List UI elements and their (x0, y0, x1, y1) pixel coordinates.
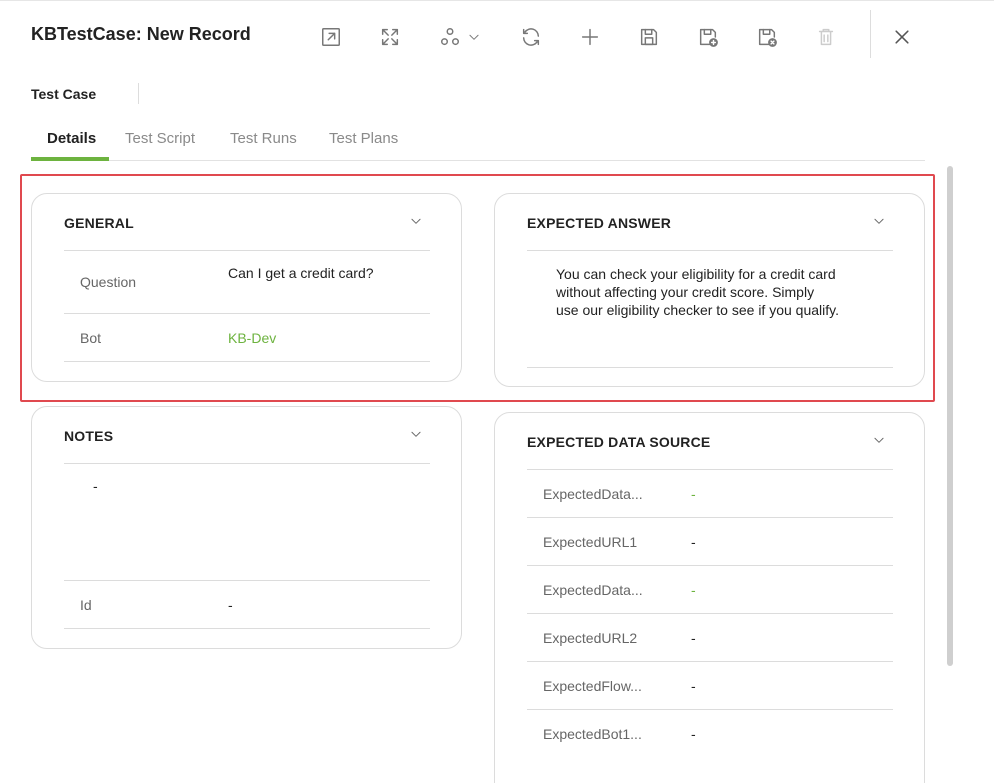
expected-url1-label: ExpectedURL1 (543, 534, 638, 550)
delete-button[interactable] (811, 22, 841, 52)
expand-arrows-icon (381, 28, 399, 46)
expected-url2-label: ExpectedURL2 (543, 630, 638, 646)
bot-label: Bot (80, 330, 102, 346)
divider (527, 709, 893, 710)
close-icon (895, 30, 909, 44)
tab-test-runs[interactable]: Test Runs (230, 130, 297, 147)
expected-bot-label: ExpectedBot1... (543, 726, 642, 742)
save-plus-icon (699, 28, 718, 47)
bot-link[interactable]: KB-Dev (228, 330, 276, 346)
form-selector-label[interactable]: Test Case (31, 86, 96, 102)
notes-section: NOTES - Id - (31, 406, 462, 649)
divider (527, 661, 893, 662)
general-section: GENERAL Question Can I get a credit card… (31, 193, 462, 382)
expected-data-label: ExpectedData... (543, 582, 643, 598)
open-in-new-window-button[interactable] (316, 22, 346, 52)
chevron-down-icon (411, 431, 421, 437)
divider (527, 613, 893, 614)
refresh-button[interactable] (516, 22, 546, 52)
tab-test-script[interactable]: Test Script (125, 130, 195, 147)
divider (527, 469, 893, 470)
divider (527, 250, 893, 251)
save-and-new-button[interactable] (693, 22, 723, 52)
id-label: Id (80, 597, 92, 613)
section-title: EXPECTED ANSWER (527, 215, 672, 231)
answer-line: without affecting your credit score. Sim… (556, 284, 815, 300)
notes-value[interactable]: - (93, 478, 98, 494)
collapse-notes-button[interactable] (409, 427, 423, 441)
top-border (0, 0, 994, 1)
plus-icon (581, 28, 599, 46)
divider (64, 313, 430, 314)
divider (527, 565, 893, 566)
divider (64, 580, 430, 581)
page-title: KBTestCase: New Record (31, 24, 251, 44)
chevron-down-icon (469, 34, 479, 40)
question-value[interactable]: Can I get a credit card? (228, 265, 374, 281)
expected-bot-value[interactable]: - (691, 726, 696, 742)
divider (527, 517, 893, 518)
divider (64, 250, 430, 251)
section-title: EXPECTED DATA SOURCE (527, 434, 711, 450)
answer-line: You can check your eligibility for a cre… (556, 266, 836, 282)
expected-data-value[interactable]: - (691, 582, 696, 598)
tab-test-plans[interactable]: Test Plans (329, 130, 398, 147)
section-title: GENERAL (64, 215, 134, 231)
expected-data-label: ExpectedData... (543, 486, 643, 502)
tab-details[interactable]: Details (47, 130, 96, 147)
collapse-expected-data-source-button[interactable] (872, 433, 886, 447)
question-label: Question (80, 274, 137, 290)
refresh-icon (522, 28, 540, 46)
open-external-icon (322, 28, 340, 46)
close-button[interactable] (888, 23, 916, 51)
toolbar-divider (870, 10, 871, 58)
form-divider (138, 83, 139, 104)
save-icon (640, 28, 658, 46)
workflow-menu-button[interactable] (434, 22, 486, 52)
divider (527, 367, 893, 368)
save-close-icon (758, 28, 777, 47)
save-button[interactable] (634, 22, 664, 52)
active-tab-indicator (31, 157, 109, 161)
chevron-down-icon (874, 218, 884, 224)
section-title: NOTES (64, 428, 114, 444)
answer-line: use our eligibility checker to see if yo… (556, 302, 839, 318)
expected-flow-value[interactable]: - (691, 678, 696, 694)
add-button[interactable] (575, 22, 605, 52)
collapse-general-button[interactable] (409, 214, 423, 228)
collapse-expected-answer-button[interactable] (872, 214, 886, 228)
expand-button[interactable] (375, 22, 405, 52)
chevron-down-icon (874, 437, 884, 443)
tab-bar: Details Test Script Test Runs Test Plans (31, 120, 925, 161)
divider (64, 463, 430, 464)
id-value: - (228, 597, 233, 613)
expected-flow-label: ExpectedFlow... (543, 678, 642, 694)
divider (64, 628, 430, 629)
expected-url2-value[interactable]: - (691, 630, 696, 646)
expected-answer-text[interactable]: You can check your eligibility for a cre… (556, 265, 839, 319)
divider (64, 361, 430, 362)
chevron-down-icon (411, 218, 421, 224)
trash-icon (818, 28, 834, 46)
expected-url1-value[interactable]: - (691, 534, 696, 550)
save-and-close-button[interactable] (752, 22, 782, 52)
vertical-scrollbar[interactable] (947, 166, 953, 666)
expected-data-value[interactable]: - (691, 486, 696, 502)
expected-data-source-section: EXPECTED DATA SOURCE ExpectedData... - E… (494, 412, 925, 783)
expected-answer-section: EXPECTED ANSWER You can check your eligi… (494, 193, 925, 387)
workflow-icon (441, 28, 459, 46)
